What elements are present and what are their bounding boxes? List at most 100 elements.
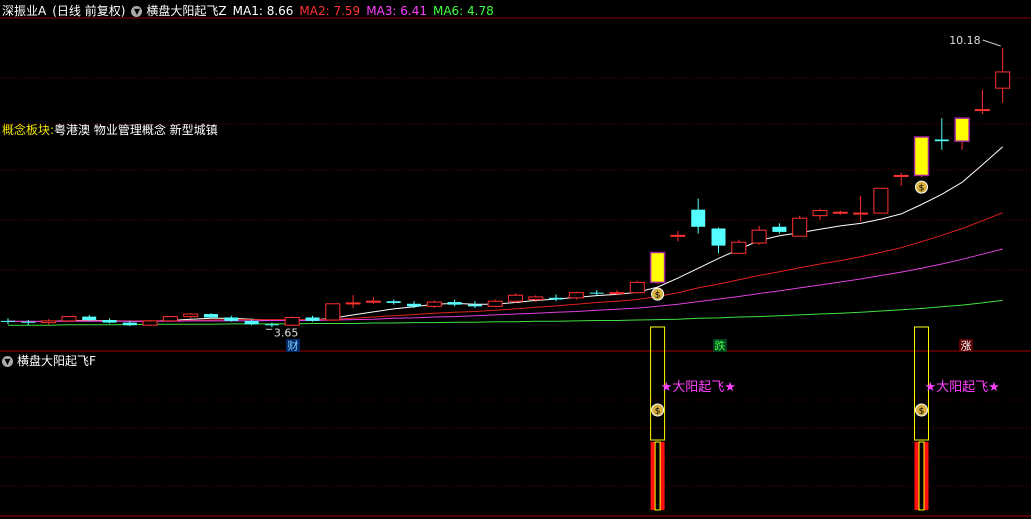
candle-3 xyxy=(61,315,77,322)
candle-body xyxy=(670,234,686,237)
candle-40 xyxy=(812,208,828,220)
candle-body xyxy=(467,304,482,307)
candle-16 xyxy=(325,303,341,321)
candle-43 xyxy=(873,187,889,214)
candle-17 xyxy=(345,295,361,309)
candle-7 xyxy=(142,320,158,327)
candle-body xyxy=(751,229,767,244)
money-bag-glyph: $ xyxy=(655,291,661,301)
candle-body xyxy=(447,302,462,305)
candle-body xyxy=(102,320,117,323)
event-marker-die-text: 跌 xyxy=(715,339,726,353)
candle-42 xyxy=(853,195,869,222)
low-price-label: 3.65 xyxy=(274,326,299,339)
signal-label: ★大阳起飞★ xyxy=(925,380,1000,395)
candle-body xyxy=(407,303,421,307)
candle-body xyxy=(812,210,828,217)
candle-body xyxy=(853,212,869,215)
candle-body xyxy=(162,316,178,322)
candle-body xyxy=(305,317,320,321)
high-price-arrow xyxy=(982,39,1001,47)
candle-body xyxy=(731,241,747,254)
candle-18 xyxy=(365,296,381,304)
candle-body xyxy=(589,292,604,294)
candle-34 xyxy=(691,198,706,234)
candle-body xyxy=(264,324,279,326)
candle-body xyxy=(224,317,239,321)
candle-49 xyxy=(995,47,1011,103)
candle-body xyxy=(873,187,889,214)
event-marker-zhang-text: 涨 xyxy=(961,340,972,353)
candle-body xyxy=(122,322,137,326)
money-bag-glyph: $ xyxy=(919,184,925,194)
signal-label: ★大阳起飞★ xyxy=(661,380,736,395)
candle-body xyxy=(711,228,726,246)
candle-46 xyxy=(934,118,949,150)
candle-15 xyxy=(305,315,320,322)
candle-body xyxy=(691,209,706,227)
ma-line-ma2 xyxy=(7,212,1003,323)
candle-32 xyxy=(649,251,666,285)
candle-body xyxy=(284,316,300,326)
candle-body xyxy=(183,313,199,318)
candle-body xyxy=(487,300,503,307)
candle-body xyxy=(995,71,1011,89)
candle-14 xyxy=(284,316,300,327)
candle-11 xyxy=(224,315,239,322)
candle-body xyxy=(549,297,564,300)
candle-36 xyxy=(731,239,747,255)
signal-bar-1: $ ★大阳起飞★ xyxy=(914,326,1000,511)
candle-27 xyxy=(549,294,564,302)
candle-body xyxy=(568,292,584,299)
candle-body xyxy=(934,139,949,142)
signal-candle-body xyxy=(913,136,930,177)
candle-10 xyxy=(204,313,218,319)
candle-body xyxy=(204,314,218,318)
candle-35 xyxy=(711,227,726,254)
candle-8 xyxy=(162,315,178,322)
candle-22 xyxy=(447,299,462,307)
candle-body xyxy=(893,174,909,177)
candle-29 xyxy=(589,290,604,296)
candle-body xyxy=(832,211,848,214)
money-bag-glyph: $ xyxy=(655,407,661,417)
money-bag-glyph: $ xyxy=(919,407,925,417)
event-marker-cai: 财 xyxy=(286,339,300,353)
high-price-label: 10.18 xyxy=(949,34,981,47)
candle-28 xyxy=(568,291,584,300)
candle-47 xyxy=(954,117,970,150)
candle-body xyxy=(508,294,523,302)
candle-body xyxy=(61,316,77,322)
candle-body xyxy=(609,292,625,295)
candle-0 xyxy=(1,318,15,325)
candle-body xyxy=(426,301,442,307)
ma-line-ma3 xyxy=(8,248,1003,322)
event-marker-zhang: 涨 xyxy=(959,339,973,353)
ma-line-ma1 xyxy=(7,146,1004,323)
event-marker-die: 跌 xyxy=(713,339,727,353)
candle-2 xyxy=(41,319,57,325)
candle-body xyxy=(244,320,259,325)
candle-body xyxy=(974,109,990,112)
money-bag-icon: $ xyxy=(651,287,665,301)
candle-5 xyxy=(102,318,117,324)
candle-31 xyxy=(629,280,645,294)
candle-37 xyxy=(751,225,767,245)
signal-bar-0: $ ★大阳起飞★ xyxy=(650,326,736,511)
event-marker-cai-text: 财 xyxy=(288,339,299,353)
candle-9 xyxy=(183,313,199,319)
candle-body xyxy=(386,301,401,303)
candle-41 xyxy=(832,210,848,215)
candle-19 xyxy=(386,299,401,305)
signal-inner-bar xyxy=(918,441,925,511)
candle-body xyxy=(325,303,341,321)
candle-body xyxy=(792,217,808,237)
candlestick-chart[interactable]: $ $10.18 3.65财 跌 涨 $ ★大阳起飞★ $ ★大阳起飞★ xyxy=(0,0,1031,519)
candle-body xyxy=(365,300,381,303)
candle-38 xyxy=(772,223,787,234)
candle-body xyxy=(82,316,97,321)
candle-body xyxy=(1,320,15,322)
candle-48 xyxy=(974,89,990,114)
candle-body xyxy=(345,302,361,305)
candle-44 xyxy=(893,172,909,186)
